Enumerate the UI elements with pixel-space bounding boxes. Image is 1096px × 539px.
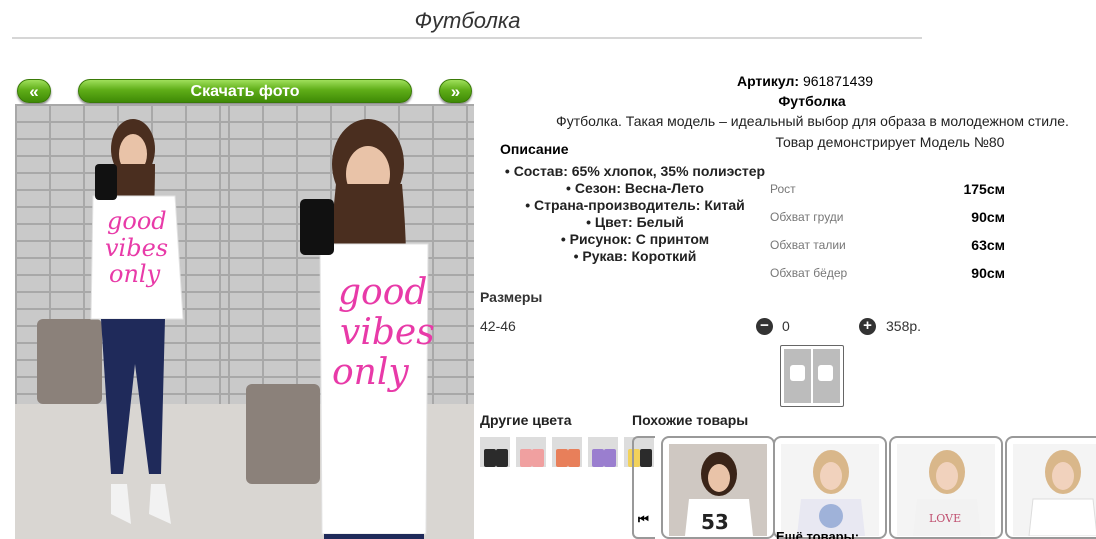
quantity-value[interactable]: 0 <box>782 318 790 334</box>
attribute-item: Рукав: Короткий <box>480 248 790 265</box>
measurement-row: Обхват груди 90см <box>770 203 1015 231</box>
similar-product-image <box>781 444 879 536</box>
measurement-label: Обхват бёдер <box>770 266 848 280</box>
sku-line: Артикул: 961871439 <box>660 73 950 89</box>
page-title: Футболка <box>414 8 521 33</box>
attribute-item: Страна-производитель: Китай <box>480 197 790 214</box>
photo-thumbnail[interactable] <box>780 345 844 407</box>
measurement-value: 175см <box>963 181 1005 197</box>
model-figure-right: good vibes only <box>228 119 474 539</box>
similar-product-image: LOVE <box>897 444 995 536</box>
similar-product-card[interactable] <box>773 436 887 539</box>
similar-product-image: 53 <box>669 444 767 536</box>
color-variant-thumb[interactable] <box>516 437 546 467</box>
similar-product-card[interactable] <box>1005 436 1096 539</box>
model-measurements: Рост 175см Обхват груди 90см Обхват тали… <box>770 175 1015 287</box>
sku-label: Артикул: <box>736 73 800 89</box>
color-variant-thumb[interactable] <box>480 437 510 467</box>
measurement-row: Обхват талии 63см <box>770 231 1015 259</box>
skip-back-icon: ⏮ <box>638 512 649 526</box>
sizes-heading: Размеры <box>480 289 543 305</box>
product-name: Футболка <box>778 93 846 109</box>
similar-products-heading: Похожие товары <box>632 412 749 428</box>
svg-text:good: good <box>338 272 427 313</box>
svg-text:LOVE: LOVE <box>929 512 961 525</box>
svg-text:only: only <box>332 352 409 393</box>
similar-product-card[interactable]: LOVE <box>889 436 1003 539</box>
svg-text:53: 53 <box>701 510 729 534</box>
attribute-list: Состав: 65% хлопок, 35% полиэстер Сезон:… <box>480 163 790 265</box>
other-colors-heading: Другие цвета <box>480 412 572 428</box>
description-heading: Описание <box>500 141 569 157</box>
more-products-label[interactable]: Ещё товары: <box>776 529 859 539</box>
measurement-row: Рост 175см <box>770 175 1015 203</box>
similar-product-image <box>1013 444 1096 536</box>
attribute-item: Состав: 65% хлопок, 35% полиэстер <box>480 163 790 180</box>
model-note: Товар демонстрирует Модель №80 <box>775 134 1005 150</box>
color-variant-thumb[interactable] <box>588 437 618 467</box>
prev-photo-button[interactable]: « <box>17 79 51 103</box>
size-value: 42-46 <box>480 318 516 334</box>
measurement-row: Обхват бёдер 90см <box>770 259 1015 287</box>
svg-text:only: only <box>109 260 161 288</box>
plus-circle-icon[interactable]: + <box>859 318 876 335</box>
carousel-prev-button[interactable]: ⏮ <box>632 436 655 539</box>
photo-left-pose: good vibes only <box>15 104 228 539</box>
thumbnail-image <box>784 349 840 403</box>
price-value: 358р. <box>886 318 922 334</box>
sku-value: 961871439 <box>802 73 874 89</box>
product-description: Футболка. Такая модель – идеальный выбор… <box>556 113 1069 129</box>
measurement-value: 90см <box>971 209 1005 225</box>
svg-text:good: good <box>107 207 167 235</box>
similar-products-carousel: ⏮ 53 LOVE <box>632 436 1096 539</box>
color-variants <box>480 437 654 467</box>
product-photo[interactable]: good vibes only good vibes only <box>15 104 474 539</box>
title-divider <box>12 37 922 39</box>
measurement-value: 63см <box>971 237 1005 253</box>
svg-text:vibes: vibes <box>105 234 168 262</box>
model-figure-left: good vibes only <box>15 119 228 539</box>
measurement-label: Обхват груди <box>770 210 844 224</box>
attribute-item: Рисунок: С принтом <box>480 231 790 248</box>
minus-circle-icon[interactable]: − <box>756 318 773 335</box>
attribute-item: Сезон: Весна-Лето <box>480 180 790 197</box>
measurement-label: Рост <box>770 182 796 196</box>
size-row: 42-46 − 0 + 358р. <box>480 318 980 336</box>
color-variant-thumb[interactable] <box>552 437 582 467</box>
next-photo-button[interactable]: » <box>439 79 472 103</box>
download-photo-button[interactable]: Скачать фото <box>78 79 412 103</box>
measurement-label: Обхват талии <box>770 238 846 252</box>
photo-right-pose: good vibes only <box>228 104 474 539</box>
attribute-item: Цвет: Белый <box>480 214 790 231</box>
svg-text:vibes: vibes <box>340 312 435 353</box>
similar-product-card[interactable]: 53 <box>661 436 775 539</box>
measurement-value: 90см <box>971 265 1005 281</box>
